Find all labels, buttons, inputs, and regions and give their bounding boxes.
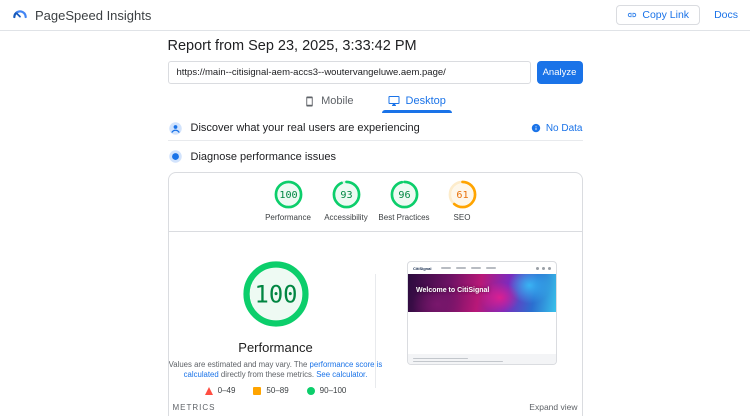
legend-range: 50–89 bbox=[266, 386, 289, 396]
final-screenshot-thumbnail[interactable]: CitiSignal Welcome to CitiSignal bbox=[407, 261, 557, 365]
score-gauge-accessibility[interactable]: 93 Accessibility bbox=[320, 180, 372, 222]
copy-link-label: Copy Link bbox=[642, 9, 690, 21]
score-gauge-seo[interactable]: 61 SEO bbox=[436, 180, 488, 222]
pagespeed-logo-icon bbox=[12, 7, 28, 23]
mobile-phone-icon bbox=[304, 95, 315, 107]
url-input[interactable] bbox=[167, 61, 531, 84]
copy-link-button[interactable]: Copy Link bbox=[616, 5, 701, 25]
url-form: Analyze bbox=[167, 61, 583, 84]
tab-mobile[interactable]: Mobile bbox=[294, 91, 363, 113]
main-content: Report from Sep 23, 2025, 3:33:42 PM Ana… bbox=[167, 37, 583, 416]
score-label: SEO bbox=[453, 213, 471, 222]
score-ring-icon: 96 bbox=[390, 180, 418, 209]
legend-range: 90–100 bbox=[319, 386, 347, 396]
section-real-users[interactable]: Discover what your real users are experi… bbox=[167, 116, 583, 141]
analyze-button[interactable]: Analyze bbox=[536, 61, 583, 84]
device-tabs: Mobile Desktop bbox=[168, 91, 583, 113]
legend-pass-icon bbox=[306, 386, 315, 395]
summary-panes: 100 Performance Values are estimated and… bbox=[169, 232, 582, 396]
screenshot-pane: CitiSignal Welcome to CitiSignal bbox=[383, 232, 582, 396]
docs-link[interactable]: Docs bbox=[714, 9, 738, 21]
thumb-site-nav bbox=[441, 267, 532, 269]
tab-desktop-label: Desktop bbox=[405, 95, 446, 107]
info-icon bbox=[531, 123, 541, 133]
metrics-heading: METRICS bbox=[172, 402, 216, 412]
expand-view-link[interactable]: Expand view bbox=[529, 402, 577, 412]
thumb-hero-banner: Welcome to CitiSignal bbox=[408, 274, 556, 312]
score-ring-icon: 93 bbox=[332, 180, 360, 209]
real-users-icon bbox=[168, 121, 183, 136]
score-legend: 0–49 50–89 90–100 bbox=[204, 386, 347, 396]
pane-divider bbox=[375, 274, 376, 388]
desktop-monitor-icon bbox=[388, 95, 400, 107]
legend-item-fail: 0–49 bbox=[204, 386, 236, 396]
disclaimer-text: Values are estimated and may vary. The bbox=[168, 360, 310, 369]
svg-text:93: 93 bbox=[340, 190, 352, 201]
legend-item-pass: 90–100 bbox=[306, 386, 347, 396]
score-label: Best Practices bbox=[378, 213, 430, 222]
no-data-link[interactable]: No Data bbox=[531, 123, 583, 134]
tab-desktop[interactable]: Desktop bbox=[378, 91, 456, 113]
legend-fail-icon bbox=[204, 386, 213, 395]
real-users-title: Discover what your real users are experi… bbox=[190, 122, 420, 134]
disclaimer-text: directly from these metrics. bbox=[218, 369, 317, 379]
lighthouse-report-card: 100 Performance 93 Accessibility 96 Best Prac… bbox=[167, 172, 583, 416]
thumb-hero-text: Welcome to CitiSignal bbox=[416, 287, 490, 294]
score-label: Accessibility bbox=[324, 213, 368, 222]
legend-average-icon bbox=[253, 386, 262, 395]
svg-text:100: 100 bbox=[279, 190, 297, 201]
thumb-site-header-icons bbox=[536, 266, 551, 270]
gauge-category-label: Performance bbox=[238, 340, 313, 355]
score-gauge-performance[interactable]: 100 Performance bbox=[262, 180, 314, 222]
performance-gauge-pane: 100 Performance Values are estimated and… bbox=[169, 232, 383, 396]
no-data-label: No Data bbox=[545, 122, 583, 134]
top-app-bar: PageSpeed Insights Copy Link Docs bbox=[0, 0, 750, 31]
score-label: Performance bbox=[265, 213, 311, 222]
section-diagnose[interactable]: Diagnose performance issues bbox=[168, 144, 583, 169]
diagnose-icon bbox=[168, 149, 183, 164]
performance-score-gauge[interactable]: 100 bbox=[242, 260, 310, 333]
legend-range: 0–49 bbox=[217, 386, 236, 396]
svg-text:100: 100 bbox=[254, 281, 297, 309]
legend-item-average: 50–89 bbox=[253, 386, 289, 396]
diagnose-title: Diagnose performance issues bbox=[190, 150, 337, 163]
thumb-site-header: CitiSignal bbox=[408, 262, 556, 274]
report-title: Report from Sep 23, 2025, 3:33:42 PM bbox=[167, 38, 417, 54]
thumb-site-footer bbox=[408, 354, 556, 364]
svg-text:96: 96 bbox=[398, 190, 410, 201]
tab-mobile-label: Mobile bbox=[321, 95, 354, 107]
score-gauge-best-practices[interactable]: 96 Best Practices bbox=[378, 180, 430, 222]
score-disclaimer: Values are estimated and may vary. The p… bbox=[169, 360, 383, 379]
app-title[interactable]: PageSpeed Insights bbox=[35, 8, 151, 23]
score-ring-icon: 100 bbox=[274, 180, 302, 209]
thumb-site-brand: CitiSignal bbox=[413, 265, 432, 271]
link-icon bbox=[627, 10, 637, 20]
svg-text:61: 61 bbox=[456, 190, 468, 201]
category-scores-row: 100 Performance 93 Accessibility 96 Best Prac… bbox=[169, 173, 582, 222]
thumb-page-body bbox=[408, 312, 556, 354]
metrics-header: METRICS Expand view bbox=[169, 396, 582, 416]
score-ring-icon: 61 bbox=[448, 180, 476, 209]
see-calculator-link[interactable]: See calculator. bbox=[316, 370, 367, 379]
